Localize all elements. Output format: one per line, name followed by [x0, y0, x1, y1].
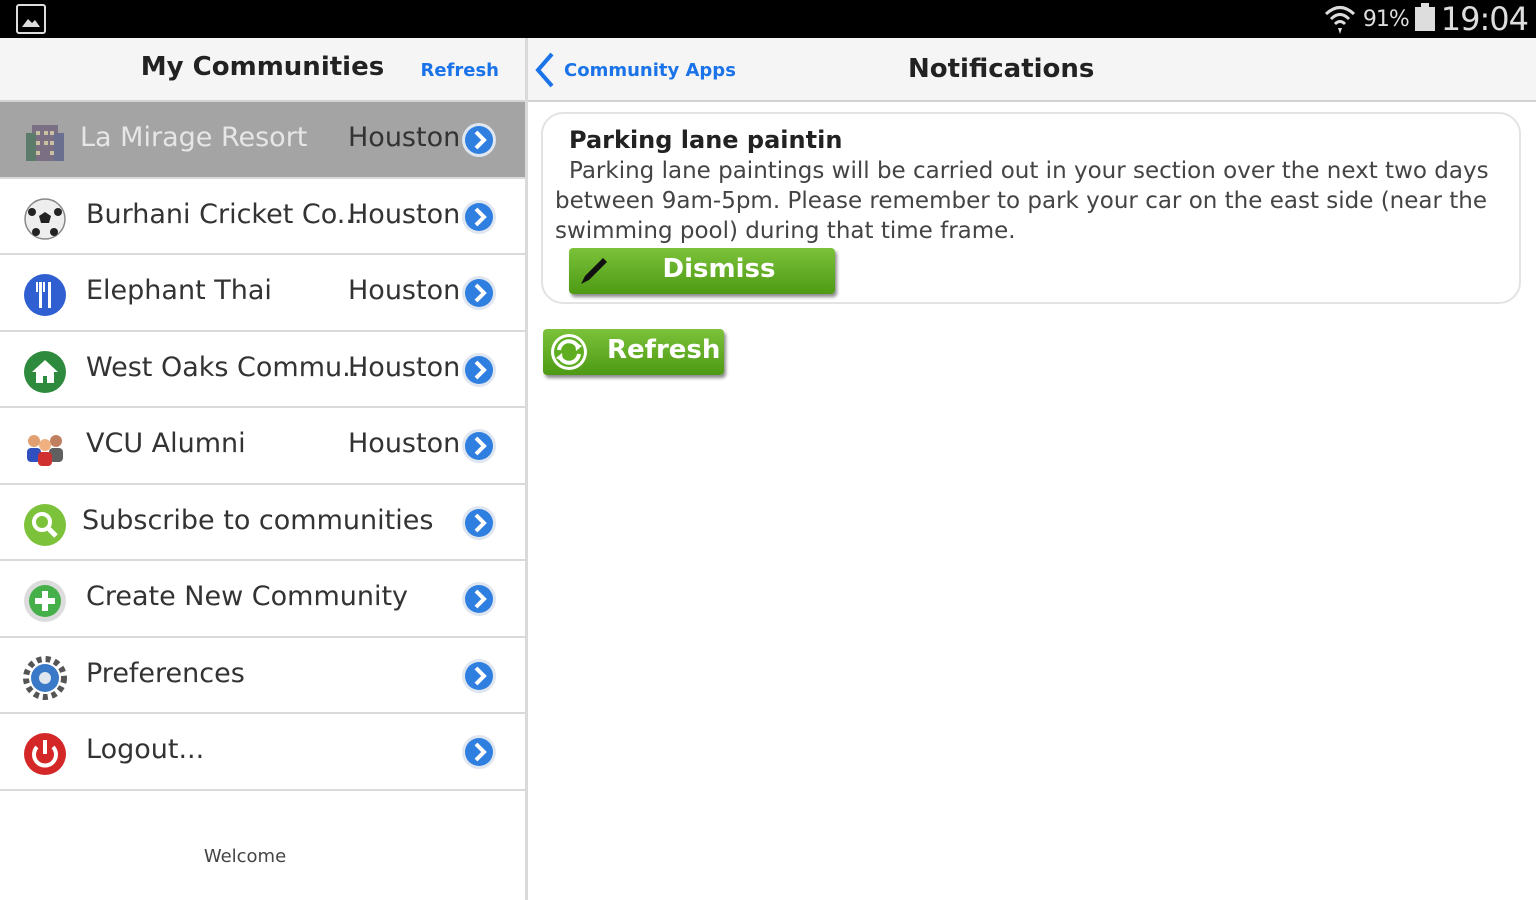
list-item-la-mirage-resort[interactable]: La Mirage Resort Houston — [0, 102, 525, 179]
chevron-right-icon[interactable] — [460, 504, 498, 542]
chevron-right-icon[interactable] — [460, 657, 498, 695]
chevron-right-icon[interactable] — [460, 427, 498, 465]
list-item-vcu-alumni[interactable]: VCU Alumni Houston — [0, 408, 525, 485]
welcome-text: Welcome — [203, 846, 287, 867]
chevron-right-icon[interactable] — [460, 274, 498, 312]
building-icon — [26, 125, 64, 161]
search-icon — [24, 503, 66, 546]
chevron-left-icon — [535, 52, 554, 88]
wifi-icon — [1324, 6, 1355, 34]
battery-percent: 91% — [1362, 6, 1410, 32]
list-item-label: Elephant Thai — [86, 275, 272, 306]
communities-header: My Communities Refresh — [0, 38, 525, 102]
list-item-subscribe[interactable]: Subscribe to communities — [0, 484, 525, 561]
refresh-icon — [551, 334, 587, 370]
refresh-label: Refresh — [607, 335, 721, 365]
list-item-city: Houston — [348, 275, 461, 306]
list-item-west-oaks[interactable]: West Oaks Commu... Houston — [0, 331, 525, 408]
list-item-city: Houston — [348, 351, 461, 383]
list-item-burhani-cricket[interactable]: Burhani Cricket Co... Houston — [0, 178, 525, 255]
battery-icon — [1414, 3, 1435, 31]
communities-pane: My Communities Refresh La Mirage Resort … — [0, 38, 525, 900]
list-item-city: Houston — [348, 428, 461, 459]
notification-title: Parking lane paintin — [569, 126, 843, 154]
dismiss-button[interactable]: Dismiss — [569, 248, 835, 294]
pane-divider — [525, 38, 528, 900]
chevron-right-icon[interactable] — [460, 733, 498, 771]
list-item-label: West Oaks Commu... — [86, 351, 368, 383]
list-item-city: Houston — [348, 122, 461, 153]
chevron-right-icon[interactable] — [460, 351, 498, 389]
restaurant-icon — [24, 274, 66, 316]
back-label: Community Apps — [564, 59, 736, 81]
list-item-label: Logout... — [86, 734, 205, 765]
page-title: Notifications — [908, 54, 1095, 84]
gear-icon — [23, 655, 67, 700]
list-item-preferences[interactable]: Preferences — [0, 637, 525, 714]
chevron-right-icon[interactable] — [460, 198, 498, 236]
list-item-label: Burhani Cricket Co... — [86, 198, 363, 230]
chevron-right-icon[interactable] — [460, 580, 498, 618]
list-item-label: Subscribe to communities — [82, 504, 434, 536]
notification-card: Parking lane paintin Parking lane painti… — [541, 112, 1521, 304]
chevron-right-icon[interactable] — [460, 121, 498, 159]
gallery-notification-icon — [16, 4, 46, 34]
home-icon — [24, 350, 66, 393]
list-item-create-community[interactable]: Create New Community — [0, 561, 525, 638]
list-item-label: Create New Community — [86, 581, 409, 612]
back-button[interactable]: Community Apps — [534, 52, 736, 88]
community-list: La Mirage Resort Houston Burhani Cricket… — [0, 102, 525, 791]
clock: 19:04 — [1440, 0, 1529, 38]
add-icon — [24, 580, 66, 622]
power-icon — [24, 733, 66, 775]
list-item-elephant-thai[interactable]: Elephant Thai Houston — [0, 255, 525, 332]
refresh-link[interactable]: Refresh — [420, 60, 499, 81]
soccer-ball-icon — [24, 197, 66, 240]
list-item-label: La Mirage Resort — [80, 122, 308, 153]
list-item-logout[interactable]: Logout... — [0, 714, 525, 791]
list-item-label: Preferences — [86, 657, 245, 689]
status-bar: 91% 19:04 — [0, 0, 1536, 38]
notification-body: Parking lane paintings will be carried o… — [555, 158, 1489, 244]
list-item-label: VCU Alumni — [86, 428, 246, 459]
notifications-header: Community Apps Notifications — [528, 38, 1536, 102]
people-icon — [27, 435, 63, 466]
list-item-city: Houston — [348, 198, 461, 230]
dismiss-label: Dismiss — [662, 254, 776, 284]
refresh-button[interactable]: Refresh — [543, 329, 724, 375]
